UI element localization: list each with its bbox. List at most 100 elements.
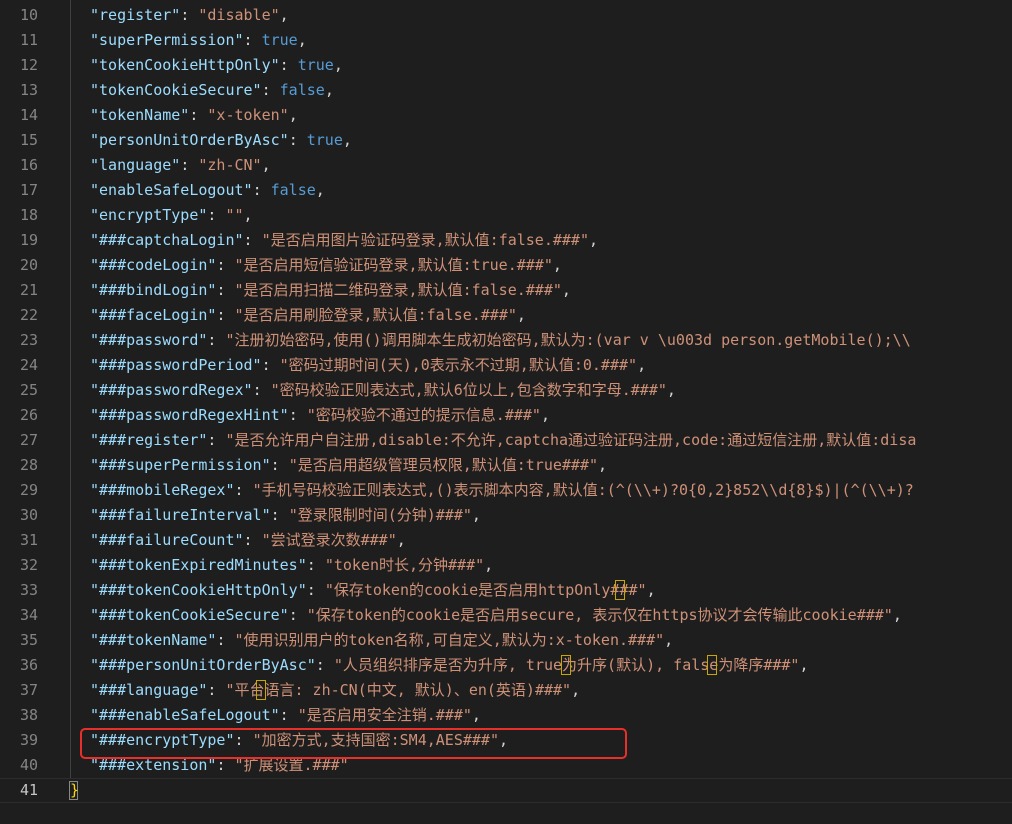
code-line[interactable]: "###language": "平台语言: zh-CN(中文, 默认)、en(英… bbox=[90, 678, 580, 703]
code-area[interactable]: "register": "disable", "superPermission":… bbox=[0, 0, 1012, 824]
code-editor[interactable]: 10 11 12 13 14 15 16 17 18 19 20 21 22 23 24 25 26 27 28 29… bbox=[0, 0, 1012, 824]
json-value: "" bbox=[225, 206, 244, 224]
json-value: "是否启用短信验证码登录,默认值:true.###" bbox=[234, 256, 553, 274]
json-value: "密码校验不通过的提示信息.###" bbox=[306, 406, 541, 424]
code-line[interactable]: "###register": "是否允许用户自注册,disable:不允许,ca… bbox=[90, 428, 916, 453]
json-value: "token时长,分钟###" bbox=[324, 556, 485, 574]
json-value: "保存token的cookie是否启用httpOnly###" bbox=[324, 581, 647, 599]
trailing-punctuation: , bbox=[799, 656, 809, 674]
trailing-punctuation: , bbox=[484, 556, 494, 574]
json-value: "使用识别用户的token名称,可自定义,默认为:x-token.###" bbox=[234, 631, 665, 649]
code-line[interactable]: "###passwordRegex": "密码校验正则表达式,默认6位以上,包含… bbox=[90, 378, 676, 403]
annotation-highlight-box bbox=[80, 728, 627, 759]
trailing-punctuation: , bbox=[396, 531, 406, 549]
json-key: "###tokenCookieSecure" bbox=[90, 606, 289, 624]
code-line[interactable]: "superPermission": true, bbox=[90, 28, 307, 53]
json-key: "language" bbox=[90, 156, 181, 174]
code-line[interactable]: "language": "zh-CN", bbox=[90, 153, 271, 178]
json-value: true bbox=[297, 56, 334, 74]
code-line[interactable]: "###bindLogin": "是否启用扫描二维码登录,默认值:false.#… bbox=[90, 278, 571, 303]
code-line[interactable]: "###tokenCookieSecure": "保存token的cookie是… bbox=[90, 603, 902, 628]
code-line[interactable]: "###passwordPeriod": "密码过期时间(天),0表示永不过期,… bbox=[90, 353, 646, 378]
code-line[interactable]: "register": "disable", bbox=[90, 3, 289, 28]
code-line[interactable]: "tokenName": "x-token", bbox=[90, 103, 298, 128]
colon-separator: : bbox=[243, 31, 262, 49]
code-line[interactable]: "###tokenCookieHttpOnly": "保存token的cooki… bbox=[90, 578, 656, 603]
colon-separator: : bbox=[288, 406, 307, 424]
json-key: "tokenCookieSecure" bbox=[90, 81, 262, 99]
trailing-punctuation: , bbox=[243, 206, 253, 224]
code-line[interactable]: "###faceLogin": "是否启用刷脸登录,默认值:false.###"… bbox=[90, 303, 526, 328]
json-key: "###failureCount" bbox=[90, 531, 244, 549]
trailing-punctuation: , bbox=[598, 456, 608, 474]
json-key: "###passwordRegexHint" bbox=[90, 406, 289, 424]
colon-separator: : bbox=[207, 206, 226, 224]
json-value: "是否启用扫描二维码登录,默认值:false.###" bbox=[234, 281, 562, 299]
colon-separator: : bbox=[216, 281, 235, 299]
trailing-punctuation: , bbox=[637, 356, 647, 374]
code-line[interactable]: "###mobileRegex": "手机号码校验正则表达式,()表示脚本内容,… bbox=[90, 478, 914, 503]
json-key: "###faceLogin" bbox=[90, 306, 217, 324]
json-value: "是否启用图片验证码登录,默认值:false.###" bbox=[261, 231, 589, 249]
code-line[interactable]: "###password": "注册初始密码,使用()调用脚本生成初始密码,默认… bbox=[90, 328, 911, 353]
code-line[interactable]: "encryptType": "", bbox=[90, 203, 253, 228]
json-key: "###mobileRegex" bbox=[90, 481, 235, 499]
code-line[interactable]: "###personUnitOrderByAsc": "人员组织排序是否为升序,… bbox=[90, 653, 809, 678]
code-line[interactable]: "###enableSafeLogout": "是否启用安全注销.###", bbox=[90, 703, 481, 728]
code-line[interactable]: "###tokenName": "使用识别用户的token名称,可自定义,默认为… bbox=[90, 628, 673, 653]
colon-separator: : bbox=[261, 81, 280, 99]
code-line[interactable]: "tokenCookieSecure": false, bbox=[90, 78, 334, 103]
colon-separator: : bbox=[180, 6, 199, 24]
trailing-punctuation: , bbox=[540, 406, 550, 424]
colon-separator: : bbox=[189, 106, 208, 124]
colon-separator: : bbox=[288, 131, 307, 149]
colon-separator: : bbox=[270, 456, 289, 474]
trailing-punctuation: , bbox=[279, 6, 289, 24]
json-key: "###passwordPeriod" bbox=[90, 356, 262, 374]
json-key: "###tokenName" bbox=[90, 631, 217, 649]
code-line[interactable]: "###failureCount": "尝试登录次数###", bbox=[90, 528, 406, 553]
json-value: true bbox=[306, 131, 343, 149]
trailing-punctuation: , bbox=[561, 281, 571, 299]
colon-separator: : bbox=[243, 231, 262, 249]
colon-separator: : bbox=[306, 581, 325, 599]
colon-separator: : bbox=[243, 531, 262, 549]
json-key: "###codeLogin" bbox=[90, 256, 217, 274]
json-value: "手机号码校验正则表达式,()表示脚本内容,默认值:(^(\\+)?0{0,2}… bbox=[252, 481, 914, 499]
json-value: false bbox=[279, 81, 325, 99]
json-key: "personUnitOrderByAsc" bbox=[90, 131, 289, 149]
json-key: "encryptType" bbox=[90, 206, 208, 224]
trailing-punctuation: , bbox=[666, 381, 676, 399]
json-value: "尝试登录次数###" bbox=[261, 531, 397, 549]
code-line[interactable]: "###failureInterval": "登录限制时间(分钟)###", bbox=[90, 503, 481, 528]
trailing-punctuation: , bbox=[589, 231, 599, 249]
json-value: "注册初始密码,使用()调用脚本生成初始密码,默认为:(var v \u003d… bbox=[225, 331, 911, 349]
json-value: true bbox=[261, 31, 298, 49]
trailing-punctuation: , bbox=[892, 606, 902, 624]
closing-brace[interactable]: } bbox=[70, 778, 79, 803]
json-key: "###superPermission" bbox=[90, 456, 271, 474]
code-line[interactable]: "enableSafeLogout": false, bbox=[90, 178, 325, 203]
trailing-punctuation: , bbox=[471, 706, 481, 724]
json-value: "保存token的cookie是否启用secure, 表示仅在https协议才会… bbox=[306, 606, 893, 624]
json-key: "###failureInterval" bbox=[90, 506, 271, 524]
code-line[interactable]: "###tokenExpiredMinutes": "token时长,分钟###… bbox=[90, 553, 493, 578]
colon-separator: : bbox=[216, 256, 235, 274]
json-key: "###register" bbox=[90, 431, 208, 449]
colon-separator: : bbox=[288, 606, 307, 624]
code-line[interactable]: "###captchaLogin": "是否启用图片验证码登录,默认值:fals… bbox=[90, 228, 598, 253]
trailing-punctuation: , bbox=[288, 106, 298, 124]
json-key: "tokenName" bbox=[90, 106, 190, 124]
json-value: false bbox=[270, 181, 316, 199]
colon-separator: : bbox=[315, 656, 334, 674]
json-key: "###language" bbox=[90, 681, 208, 699]
colon-separator: : bbox=[234, 481, 253, 499]
colon-separator: : bbox=[261, 356, 280, 374]
code-line[interactable]: "###codeLogin": "是否启用短信验证码登录,默认值:true.##… bbox=[90, 253, 562, 278]
trailing-punctuation: , bbox=[297, 31, 307, 49]
code-line[interactable]: "tokenCookieHttpOnly": true, bbox=[90, 53, 343, 78]
json-key: "###captchaLogin" bbox=[90, 231, 244, 249]
code-line[interactable]: "personUnitOrderByAsc": true, bbox=[90, 128, 352, 153]
code-line[interactable]: "###passwordRegexHint": "密码校验不通过的提示信息.##… bbox=[90, 403, 550, 428]
code-line[interactable]: "###superPermission": "是否启用超级管理员权限,默认值:t… bbox=[90, 453, 607, 478]
